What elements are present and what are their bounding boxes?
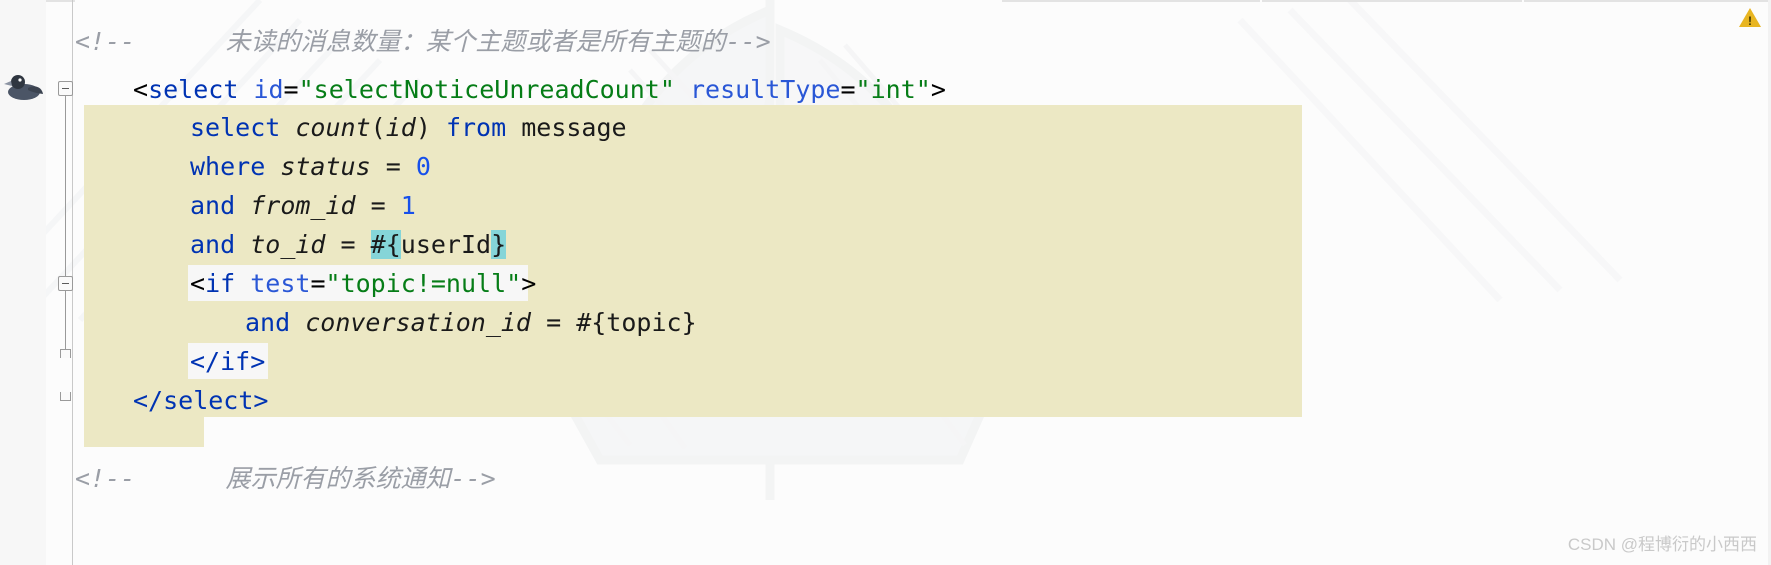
col-conversation-id: conversation_id (305, 308, 531, 337)
select-eq-2: = (840, 75, 856, 104)
code-editor-screenshot: <!-- 未读的消息数量：某个主题或者是所有主题的--> <select id=… (0, 0, 1771, 565)
param-name-topic: topic (606, 308, 682, 337)
select-close-tag: </select> (133, 386, 269, 415)
kw-where: where (190, 152, 266, 181)
value-one: 1 (400, 191, 416, 220)
code-line-9: </if> (190, 342, 265, 381)
if-open-bracket: < (190, 269, 206, 298)
csdn-watermark: CSDN @程博衍的小西西 (1567, 535, 1757, 554)
kw-and-2: and (190, 230, 236, 259)
warning-glyph: ! (1748, 14, 1752, 28)
paren-close: ) (415, 113, 431, 142)
operator-eq-4: = (546, 308, 562, 337)
select-resulttype-value: "int" (855, 75, 931, 104)
code-line-1: <!-- 未读的消息数量：某个主题或者是所有主题的--> (75, 22, 771, 61)
code-line-8: and conversation_id = #{topic} (245, 303, 697, 342)
code-line-6: and to_id = #{userId} (190, 225, 507, 264)
code-line-7: <if test="topic!=null"> (190, 264, 536, 303)
paren-open: ( (370, 113, 386, 142)
select-attr-resulttype: resultType (689, 75, 841, 104)
select-open-close-bracket: > (930, 75, 946, 104)
if-tag-name: if (205, 269, 236, 298)
param-name-userid: userId (400, 230, 492, 259)
kw-select: select (190, 113, 281, 142)
operator-eq-1: = (385, 152, 401, 181)
select-tag-name: select (148, 75, 239, 104)
kw-and-3: and (245, 308, 291, 337)
param-open-userid: #{ (370, 230, 401, 259)
code-line-4: where status = 0 (190, 147, 431, 186)
param-close-topic: } (681, 308, 697, 337)
select-eq-1: = (283, 75, 299, 104)
code-line-2: <select id="selectNoticeUnreadCount" res… (133, 70, 946, 109)
param-open-topic: #{ (576, 308, 607, 337)
select-attr-id: id (253, 75, 284, 104)
code-content[interactable]: <!-- 未读的消息数量：某个主题或者是所有主题的--> <select id=… (0, 0, 1771, 565)
comment-body-1: 未读的消息数量：某个主题或者是所有主题的--> (225, 27, 771, 56)
col-to-id: to_id (250, 230, 326, 259)
code-line-11: <!-- 展示所有的系统通知--> (75, 459, 496, 498)
select-open-bracket: < (133, 75, 149, 104)
code-line-10: </select> (133, 381, 268, 420)
value-zero: 0 (415, 152, 431, 181)
col-id: id (385, 113, 416, 142)
table-message: message (521, 113, 627, 142)
code-line-5: and from_id = 1 (190, 186, 416, 225)
comment-open-1: <!-- (75, 27, 136, 56)
comment-open-2: <!-- (75, 464, 136, 493)
if-attr-test: test (250, 269, 311, 298)
kw-and-1: and (190, 191, 236, 220)
param-close-userid: } (491, 230, 507, 259)
comment-body-2: 展示所有的系统通知--> (225, 464, 496, 493)
operator-eq-3: = (340, 230, 356, 259)
fn-count: count (295, 113, 371, 142)
code-line-3: select count(id) from message (190, 108, 627, 147)
if-open-close-bracket: > (521, 269, 537, 298)
operator-eq-2: = (370, 191, 386, 220)
col-from-id: from_id (250, 191, 356, 220)
kw-from: from (445, 113, 507, 142)
select-id-value: "selectNoticeUnreadCount" (298, 75, 675, 104)
col-status: status (280, 152, 371, 181)
if-eq: = (310, 269, 326, 298)
if-close-tag: </if> (190, 347, 266, 376)
if-test-value: "topic!=null" (325, 269, 522, 298)
